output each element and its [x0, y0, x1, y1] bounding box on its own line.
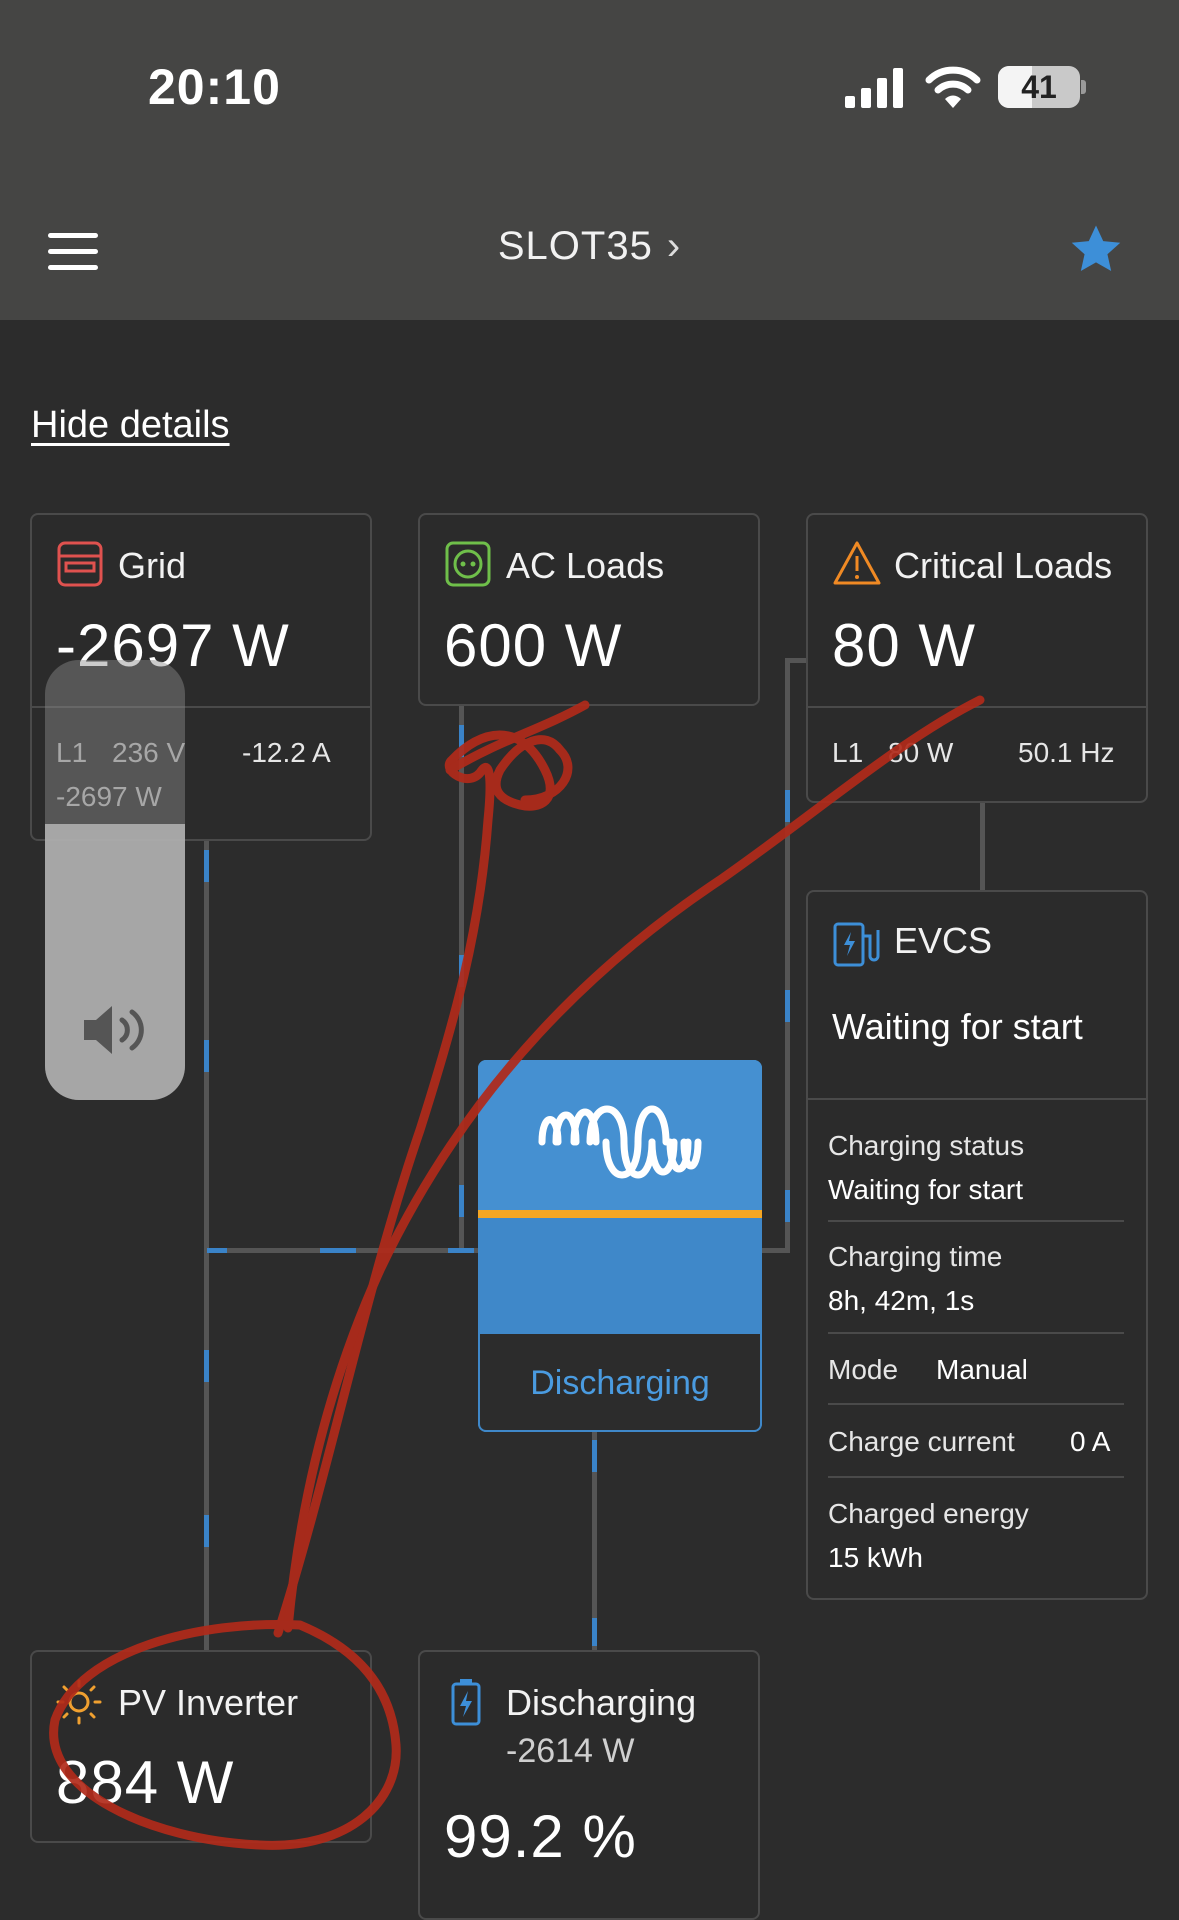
charging-time-value: 8h, 42m, 1s: [828, 1285, 975, 1316]
inverter-state-panel: Discharging: [478, 1332, 762, 1432]
warning-icon: [833, 541, 881, 585]
flow-dot: [204, 1515, 209, 1547]
connector-bus-right: [762, 1248, 790, 1253]
ac-loads-card[interactable]: AC Loads 600 W: [418, 513, 760, 706]
critical-loads-power: 80 W: [832, 612, 977, 679]
flow-dot: [592, 1618, 597, 1646]
charging-time-label: Charging time: [828, 1241, 1003, 1272]
flow-dot: [785, 790, 790, 822]
battery-indicator: 41: [998, 66, 1080, 108]
sun-icon: [56, 1679, 102, 1725]
divider: [828, 1403, 1124, 1405]
hide-details-link[interactable]: Hide details: [31, 404, 230, 447]
speaker-icon: [84, 1006, 144, 1054]
site-name: SLOT35: [497, 224, 653, 268]
flow-dot: [207, 1248, 227, 1253]
inverter-accent-stripe: [478, 1210, 762, 1218]
evcs-title: EVCS: [894, 920, 993, 961]
pv-inverter-card[interactable]: PV Inverter 884 W: [30, 1650, 372, 1843]
grid-meter-icon: [57, 541, 103, 587]
volume-hud: [45, 660, 185, 1100]
flow-dot: [459, 725, 464, 757]
evcs-status: Waiting for start: [832, 1006, 1083, 1047]
divider: [828, 1332, 1124, 1334]
grid-title: Grid: [118, 545, 187, 586]
cellular-signal-icon: [845, 68, 903, 108]
critical-loads-title: Critical Loads: [894, 545, 1113, 586]
battery-card[interactable]: Discharging -2614 W 99.2 %: [418, 1650, 760, 1920]
flow-dot: [204, 850, 209, 882]
connector-critical-evcs: [980, 802, 985, 892]
charged-energy-label: Charged energy: [828, 1498, 1029, 1529]
pv-inverter-title: PV Inverter: [118, 1682, 299, 1723]
charging-status-value: Waiting for start: [828, 1174, 1024, 1205]
inverter-state: Discharging: [530, 1364, 710, 1402]
flow-dot: [459, 1185, 464, 1217]
battery-nub: [1081, 80, 1086, 94]
battery-state: Discharging: [506, 1682, 697, 1723]
clock: 20:10: [148, 59, 281, 115]
flow-dot: [204, 1350, 209, 1382]
divider: [808, 1098, 1146, 1100]
battery-percent: 41: [1021, 69, 1057, 105]
battery-power: -2614 W: [506, 1732, 635, 1770]
connector-critical-side: [785, 658, 790, 1252]
flow-dot: [459, 955, 464, 987]
pv-inverter-power: 884 W: [56, 1749, 235, 1816]
charged-energy-value: 15 kWh: [828, 1542, 923, 1573]
star-icon[interactable]: [1068, 222, 1124, 278]
wifi-icon: [925, 66, 981, 108]
flow-dot: [592, 1440, 597, 1472]
flow-dot: [448, 1248, 474, 1253]
critical-phase-power: 80 W: [888, 737, 954, 768]
connector-critical-top: [785, 658, 807, 663]
status-bar: 20:10 41: [0, 0, 1179, 170]
flow-dot: [785, 990, 790, 1022]
divider: [828, 1220, 1124, 1222]
divider: [828, 1476, 1124, 1478]
critical-frequency: 50.1 Hz: [1018, 737, 1115, 768]
ac-loads-title: AC Loads: [506, 545, 665, 586]
divider: [808, 706, 1146, 708]
critical-loads-card[interactable]: Critical Loads 80 W L1 80 W 50.1 Hz: [806, 513, 1148, 803]
battery-soc: 99.2 %: [444, 1803, 637, 1870]
evcs-card[interactable]: EVCS Waiting for start Charging status W…: [806, 890, 1148, 1600]
charge-current-value: 0 A: [1070, 1426, 1111, 1457]
critical-phase: L1: [832, 737, 864, 768]
victron-logo-icon: [538, 1105, 702, 1179]
inverter-logo-area: [478, 1060, 762, 1210]
site-selector[interactable]: SLOT35 ›: [0, 224, 1179, 269]
outlet-icon: [445, 541, 491, 587]
mode-value: Manual: [936, 1354, 1028, 1385]
flow-dot: [785, 1190, 790, 1222]
volume-level: [45, 824, 185, 1100]
battery-charge-icon: [451, 1679, 481, 1726]
flow-dot: [204, 1040, 209, 1072]
ac-loads-power: 600 W: [444, 612, 623, 679]
chevron-right-icon: ›: [666, 224, 682, 268]
inverter-card[interactable]: Discharging: [478, 1060, 762, 1432]
grid-current: -12.2 A: [242, 737, 331, 768]
ev-charger-icon: [833, 922, 880, 967]
charging-status-label: Charging status: [828, 1130, 1025, 1161]
nav-bar: SLOT35 ›: [0, 170, 1179, 320]
flow-dot: [320, 1248, 356, 1253]
